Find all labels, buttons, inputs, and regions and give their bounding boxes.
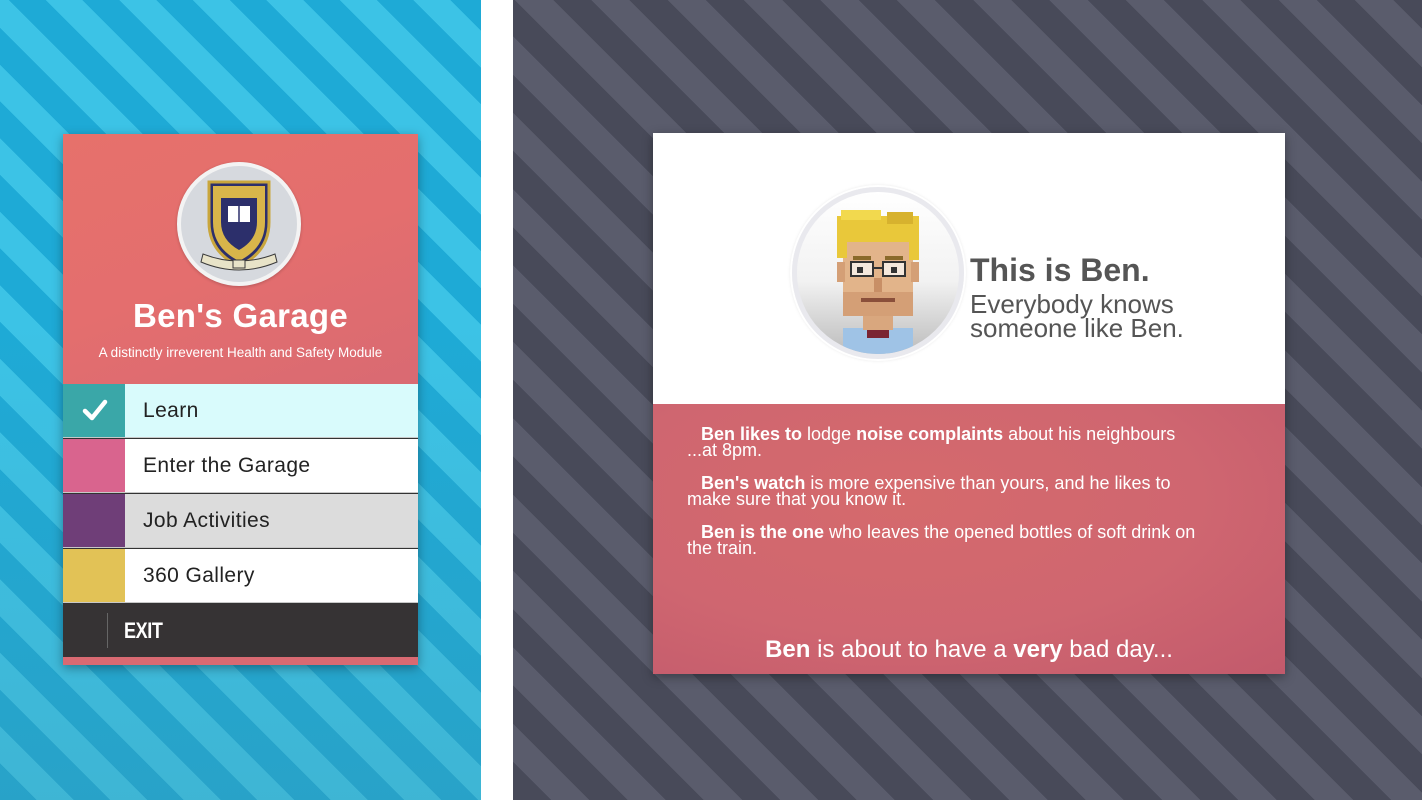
panel-divider bbox=[481, 0, 513, 800]
menu-swatch-jobs bbox=[63, 494, 125, 547]
menu-swatch-gallery bbox=[63, 549, 125, 602]
menu-label: Learn bbox=[143, 399, 199, 422]
menu-item-learn[interactable]: Learn bbox=[63, 384, 418, 438]
menu-swatch-learn bbox=[63, 384, 125, 437]
university-crest-icon bbox=[177, 162, 301, 286]
menu-item-360-gallery[interactable]: 360 Gallery bbox=[63, 549, 418, 603]
app-title: Ben's Garage bbox=[132, 297, 349, 334]
exit-button[interactable]: EXIT bbox=[63, 604, 418, 657]
ben-avatar-icon bbox=[792, 187, 964, 359]
menu-item-enter-the-garage[interactable]: Enter the Garage bbox=[63, 439, 418, 493]
intro-facts-panel: Ben likes to lodge noise complaints abou… bbox=[653, 404, 1285, 674]
exit-label: EXIT bbox=[124, 618, 163, 643]
intro-heading: This is Ben. bbox=[970, 252, 1150, 288]
exit-separator bbox=[107, 613, 108, 648]
app-subtitle: A distinctly irreverent Health and Safet… bbox=[98, 345, 383, 360]
intro-header: This is Ben. Everybody knows someone lik… bbox=[653, 133, 1285, 404]
menu-card-footer-strip bbox=[63, 657, 418, 665]
menu-label: 360 Gallery bbox=[143, 564, 255, 587]
menu-item-job-activities[interactable]: Job Activities bbox=[63, 494, 418, 548]
intro-subheading: Everybody knows someone like Ben. bbox=[970, 291, 1270, 343]
closing-text: bad day... bbox=[1062, 636, 1173, 663]
menu-label: Enter the Garage bbox=[143, 454, 311, 477]
main-menu-card: Ben's Garage A distinctly irreverent Hea… bbox=[63, 134, 418, 665]
closing-line: Ben is about to have a very bad day... bbox=[653, 636, 1285, 664]
fact-text: lodge bbox=[802, 424, 857, 444]
checkmark-icon bbox=[82, 399, 108, 421]
fact-paragraph: Ben likes to lodge noise complaints abou… bbox=[687, 424, 1207, 459]
menu-header: Ben's Garage A distinctly irreverent Hea… bbox=[63, 134, 418, 384]
intro-subheading-line-2: someone like Ben. bbox=[970, 313, 1184, 343]
fact-paragraph: Ben is the one who leaves the opened bot… bbox=[687, 523, 1207, 557]
menu-swatch-garage bbox=[63, 439, 125, 492]
closing-text: is about to have a bbox=[810, 636, 1014, 663]
menu-label: Job Activities bbox=[143, 509, 270, 532]
closing-bold: Ben bbox=[765, 636, 811, 663]
intro-card: This is Ben. Everybody knows someone lik… bbox=[653, 133, 1285, 674]
fact-paragraph: Ben's watch is more expensive than yours… bbox=[687, 474, 1207, 508]
fact-bold: noise complaints bbox=[856, 424, 1004, 444]
closing-bold: very bbox=[1013, 636, 1063, 663]
